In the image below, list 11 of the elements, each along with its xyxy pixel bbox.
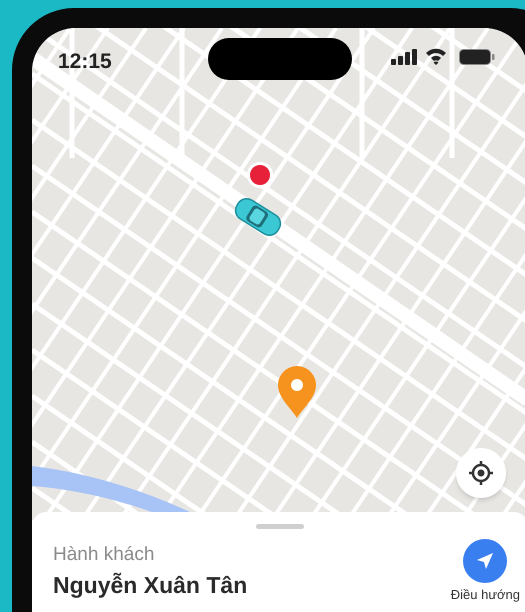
map-pin-icon <box>277 366 317 420</box>
navigation-arrow-icon <box>475 551 496 571</box>
crosshair-icon <box>468 460 494 486</box>
signal-icon <box>391 49 417 65</box>
battery-icon <box>459 49 495 65</box>
wifi-icon <box>425 47 447 65</box>
sheet-handle[interactable] <box>256 524 304 529</box>
passenger-label: Hành khách <box>53 543 156 567</box>
passenger-name: Nguyễn Xuân Tân <box>53 571 248 600</box>
status-time: 12:15 <box>58 49 112 75</box>
navigate-button[interactable]: Điều hướng <box>450 539 520 603</box>
